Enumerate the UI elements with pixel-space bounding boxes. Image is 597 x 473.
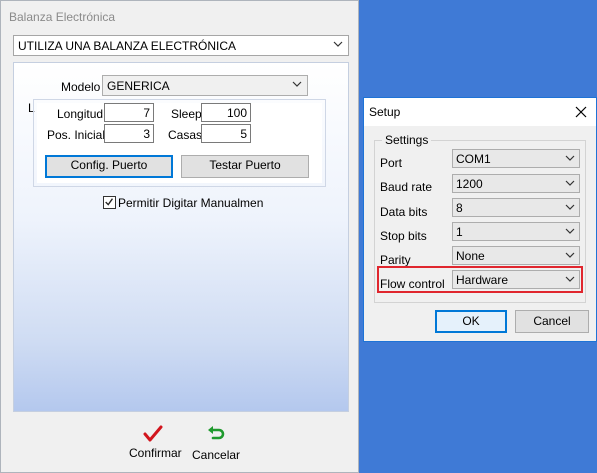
data-bits-value: 8 (456, 201, 463, 215)
stop-bits-dropdown[interactable]: 1 (452, 222, 580, 241)
flow-control-value: Hardware (456, 273, 509, 287)
close-icon (575, 106, 587, 118)
stop-bits-label: Stop bits (380, 229, 427, 243)
sleep-input[interactable]: 100 (201, 103, 251, 122)
settings-group-label: Settings (382, 133, 432, 147)
data-bits-label: Data bits (380, 205, 428, 219)
port-value: COM1 (456, 152, 491, 166)
chevron-down-icon (565, 228, 575, 234)
casas-input[interactable]: 5 (201, 124, 251, 143)
cancel-button[interactable]: Cancel (515, 310, 589, 333)
baud-rate-dropdown[interactable]: 1200 (452, 174, 580, 193)
parity-value: None (456, 249, 485, 263)
modelo-label: Modelo (61, 80, 101, 94)
baud-rate-label: Baud rate (380, 180, 433, 194)
confirm-button[interactable]: Confirmar (129, 424, 182, 464)
title-bar: Balanza Electrónica (1, 1, 358, 32)
balance-mode-value: UTILIZA UNA BALANZA ELECTRÓNICA (18, 39, 237, 53)
config-port-button[interactable]: Config. Puerto (45, 155, 173, 178)
chevron-down-icon (565, 204, 575, 210)
window-title: Balanza Electrónica (9, 10, 116, 24)
chevron-down-icon (565, 155, 575, 161)
pos-inicial-input[interactable]: 3 (104, 124, 154, 143)
modelo-dropdown[interactable]: GENERICA (102, 75, 308, 96)
data-bits-dropdown[interactable]: 8 (452, 198, 580, 217)
chevron-down-icon (565, 180, 575, 186)
casas-label: Casas (168, 128, 203, 142)
cancel-button[interactable]: Cancelar (192, 424, 240, 464)
checkmark-icon (105, 198, 114, 206)
checkmark-icon (143, 425, 163, 442)
modelo-value: GENERICA (107, 79, 170, 93)
chevron-down-icon (333, 41, 343, 47)
chevron-down-icon (565, 276, 575, 282)
flow-control-label: Flow control (380, 277, 445, 291)
setup-title: Setup (369, 105, 401, 119)
cancel-label: Cancelar (192, 448, 241, 462)
chevron-down-icon (292, 81, 302, 87)
port-dropdown[interactable]: COM1 (452, 149, 580, 168)
close-button[interactable] (570, 101, 592, 123)
ok-button[interactable]: OK (435, 310, 507, 333)
balance-mode-dropdown[interactable]: UTILIZA UNA BALANZA ELECTRÓNICA (13, 35, 349, 56)
setup-dialog: Setup Settings Port COM1 Baud rate 1200 … (363, 97, 597, 342)
sleep-label: Sleep (171, 107, 202, 121)
test-port-button[interactable]: Testar Puerto (181, 155, 309, 178)
confirm-label: Confirmar (129, 446, 182, 460)
baud-rate-value: 1200 (456, 177, 483, 191)
longitud-label: Longitud (57, 107, 104, 121)
manual-entry-checkbox[interactable] (103, 196, 116, 209)
parity-dropdown[interactable]: None (452, 246, 580, 265)
longitud-input[interactable]: 7 (104, 103, 154, 122)
stop-bits-value: 1 (456, 225, 463, 239)
undo-arrow-icon (208, 426, 225, 440)
chevron-down-icon (565, 252, 575, 258)
flow-control-dropdown[interactable]: Hardware (452, 270, 580, 289)
pos-inicial-label: Pos. Inicial (47, 128, 106, 142)
manual-entry-label: Permitir Digitar Manualmen (118, 196, 264, 210)
parity-label: Parity (380, 253, 411, 267)
setup-title-bar: Setup (364, 98, 596, 126)
port-label: Port (380, 156, 403, 170)
